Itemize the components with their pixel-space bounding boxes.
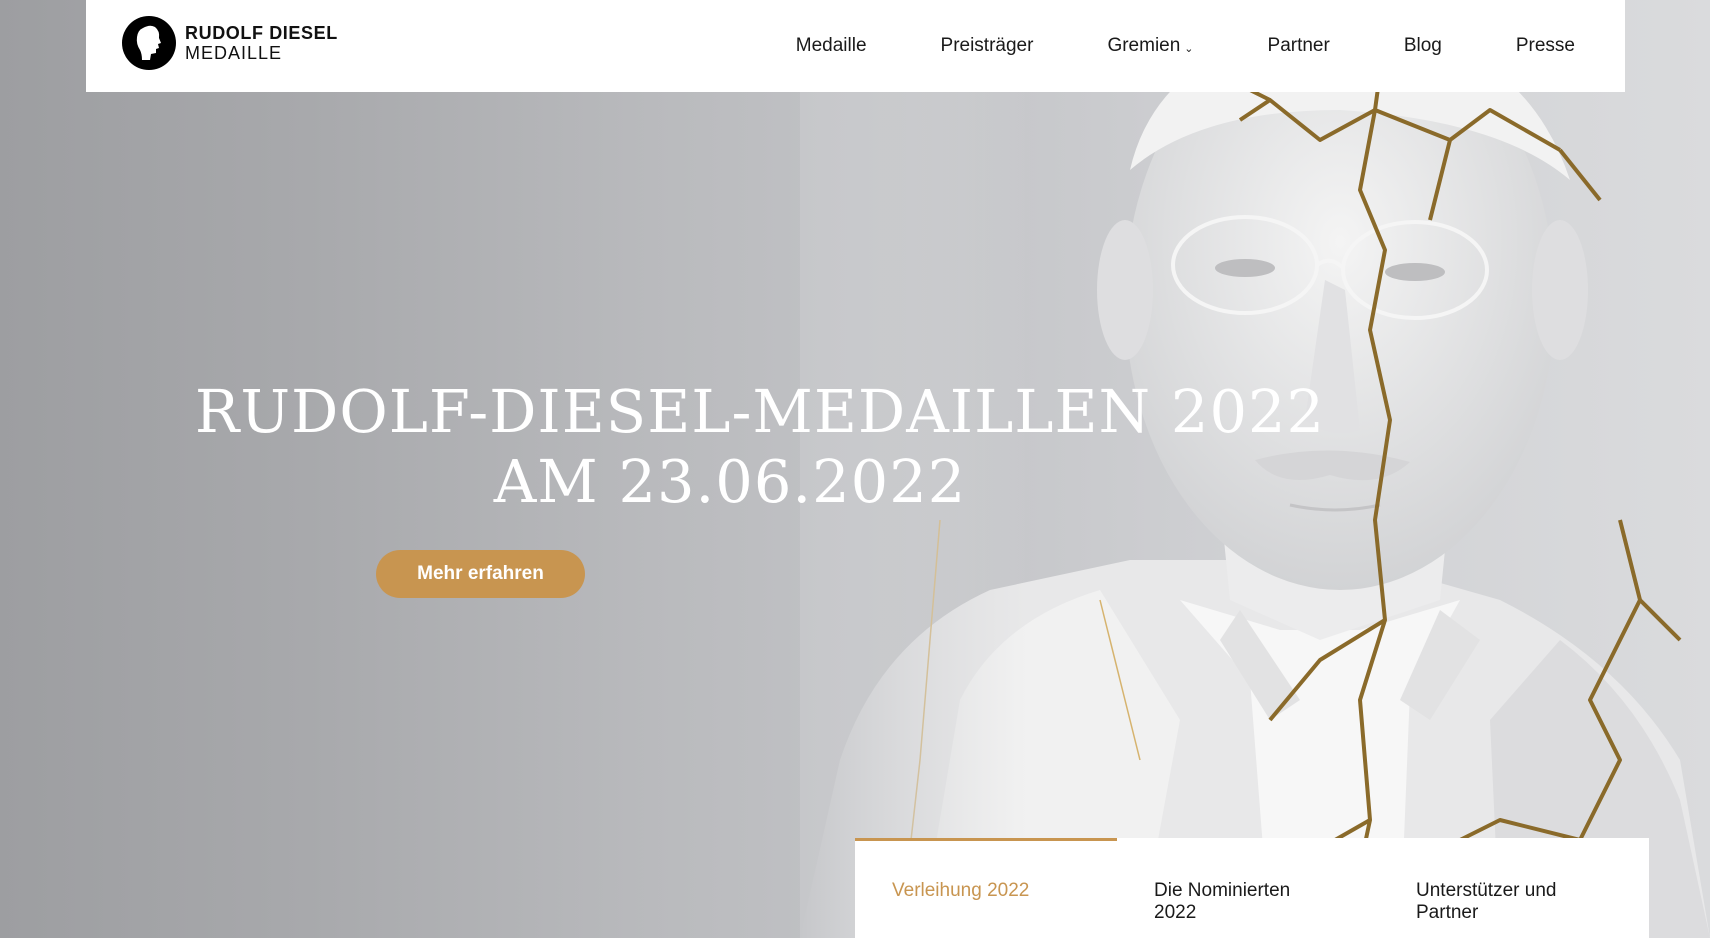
nav-item-preistraeger[interactable]: Preisträger	[941, 35, 1034, 57]
hero-title-line-2: AM 23.06.2022	[493, 447, 967, 517]
nav-item-blog[interactable]: Blog	[1404, 35, 1442, 57]
brand-line-1: RUDOLF DIESEL	[185, 23, 338, 43]
brand-logo[interactable]: RUDOLF DIESEL MEDAILLE	[122, 16, 338, 70]
tab-verleihung-2022[interactable]: Verleihung 2022	[855, 838, 1117, 938]
mehr-erfahren-button[interactable]: Mehr erfahren	[376, 550, 585, 598]
chevron-down-icon: ⌄	[1184, 42, 1194, 55]
main-nav: Medaille Preisträger Gremien ⌄ Partner Bl…	[722, 0, 1575, 92]
tab-label: Die Nominierten 2022	[1154, 880, 1291, 923]
brand-line-2: MEDAILLE	[185, 43, 283, 63]
tab-label: Unterstützer und Partner	[1416, 880, 1557, 923]
diesel-profile-logo-icon	[122, 16, 176, 70]
tab-unterstuetzer-und-partner[interactable]: Unterstützer und Partner	[1379, 838, 1641, 938]
hero-tabs: Verleihung 2022 Die Nominierten 2022 Unt…	[855, 838, 1649, 938]
brand-wordmark: RUDOLF DIESEL MEDAILLE	[185, 23, 338, 63]
top-navigation-bar: RUDOLF DIESEL MEDAILLE Medaille Preisträ…	[86, 0, 1625, 92]
nav-item-presse[interactable]: Presse	[1516, 35, 1575, 57]
nav-item-label: Preisträger	[940, 35, 1034, 56]
nav-item-label: Partner	[1267, 35, 1330, 56]
nav-item-label: Gremien	[1107, 35, 1181, 56]
nav-item-label: Blog	[1403, 35, 1442, 56]
hero-headline: RUDOLF-DIESEL-MEDAILLEN 2022 AM 23.06.20…	[0, 377, 1520, 517]
nav-item-medaille[interactable]: Medaille	[796, 35, 867, 57]
nav-item-label: Medaille	[795, 35, 867, 56]
hero-title-line-1: RUDOLF-DIESEL-MEDAILLEN 2022	[194, 377, 1326, 447]
nav-item-gremien[interactable]: Gremien ⌄	[1107, 35, 1193, 57]
tab-die-nominierten-2022[interactable]: Die Nominierten 2022	[1117, 838, 1379, 938]
tab-label: Verleihung 2022	[892, 880, 1030, 901]
nav-item-label: Presse	[1515, 35, 1575, 56]
nav-item-partner[interactable]: Partner	[1268, 35, 1330, 57]
